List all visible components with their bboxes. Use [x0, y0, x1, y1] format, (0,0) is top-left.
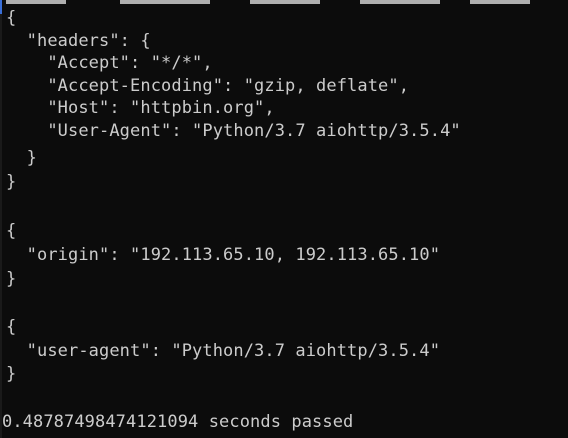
timing-output-line: 0.48787498474121094 seconds passed: [2, 412, 354, 432]
output-line: {: [6, 8, 17, 28]
output-line: "Accept": "*/*",: [6, 53, 213, 73]
output-line: "user-agent": "Python/3.7 aiohttp/3.5.4": [6, 341, 441, 361]
output-line: }: [6, 148, 38, 168]
output-line: "Accept-Encoding": "gzip, deflate",: [6, 76, 410, 96]
output-line: }: [6, 172, 17, 192]
output-line: "headers": {: [6, 31, 151, 51]
output-line: }: [6, 269, 17, 289]
clipped-previous-output: [0, 0, 568, 4]
output-line: "origin": "192.113.65.10, 192.113.65.10": [6, 245, 441, 265]
output-line: {: [6, 221, 17, 241]
output-line: "Host": "httpbin.org",: [6, 98, 275, 118]
output-line: {: [6, 317, 17, 337]
window-left-edge: [0, 0, 2, 438]
terminal-window[interactable]: { "headers": { "Accept": "*/*", "Accept-…: [0, 0, 568, 438]
output-line: "User-Agent": "Python/3.7 aiohttp/3.5.4": [6, 121, 461, 141]
output-line: }: [6, 364, 17, 384]
